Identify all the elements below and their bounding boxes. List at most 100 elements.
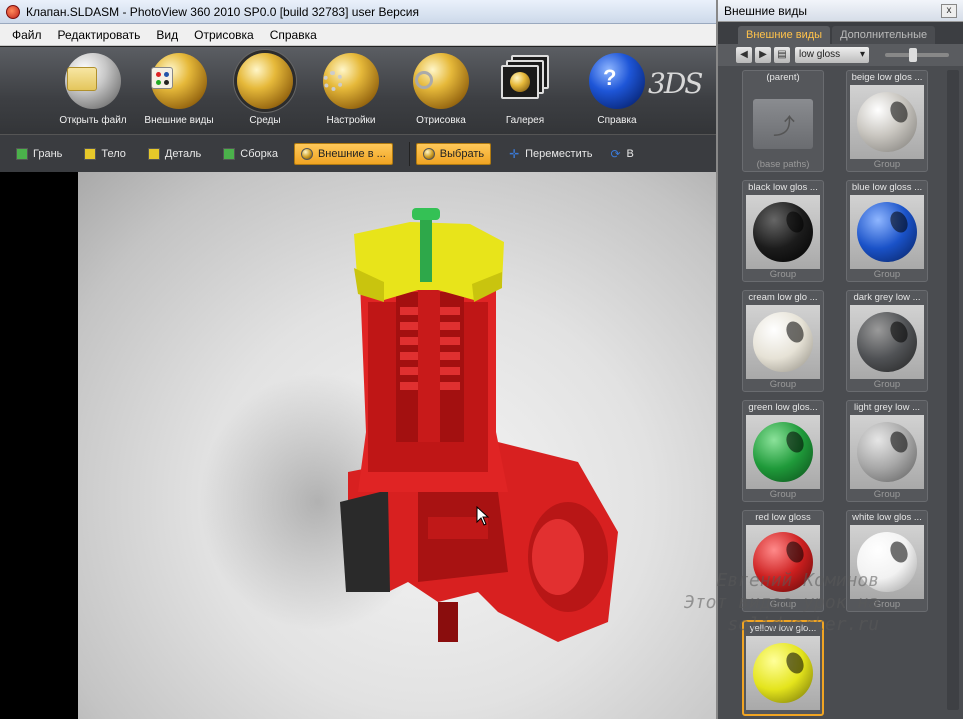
card-sublabel: Group xyxy=(873,159,901,170)
appearance-card-beige[interactable]: beige low glos ... Group xyxy=(846,70,928,172)
menu-render[interactable]: Отрисовка xyxy=(186,28,262,42)
move-tool-button[interactable]: ✛ Переместить xyxy=(501,143,598,165)
tab-body[interactable]: Тело xyxy=(78,143,132,165)
gallery-button[interactable]: Галерея xyxy=(480,53,570,126)
settings-gear-icon xyxy=(323,53,379,109)
settings-label: Настройки xyxy=(326,115,376,126)
select-tool-button[interactable]: Выбрать xyxy=(415,142,492,165)
tab-assembly[interactable]: Сборка xyxy=(217,143,284,165)
slider-thumb[interactable] xyxy=(909,48,917,62)
appearances-label: Внешние виды xyxy=(144,115,214,126)
title-bar: Клапан.SLDASM - PhotoView 360 2010 SP0.0… xyxy=(0,0,716,24)
move-tool-label: Переместить xyxy=(525,147,593,160)
panel-scrollbar[interactable] xyxy=(947,70,959,710)
appearance-card-parent[interactable]: (parent) ⤴ (base paths) xyxy=(742,70,824,172)
watermark: Евгений Коминов Этот видео урок на solid… xyxy=(684,570,879,636)
rotate-tool-label: В xyxy=(626,147,634,160)
gallery-label: Галерея xyxy=(505,115,545,126)
part-icon xyxy=(147,147,160,160)
render-viewport[interactable] xyxy=(0,172,716,719)
appearance-card-black[interactable]: black low glos ... Group xyxy=(742,180,824,282)
watermark-line-1: Евгений Коминов xyxy=(716,570,880,591)
tab-part[interactable]: Деталь xyxy=(142,143,207,165)
tab-appearances-label: Внешние в ... xyxy=(317,147,386,160)
valve-cutaway-model xyxy=(340,208,618,642)
watermark-line-2: Этот видео урок на xyxy=(684,592,880,613)
material-ball-icon xyxy=(753,643,813,703)
card-label: beige low glos ... xyxy=(851,72,923,83)
card-thumbnail xyxy=(850,85,924,159)
card-sublabel: Group xyxy=(873,379,901,390)
main-window: Клапан.SLDASM - PhotoView 360 2010 SP0.0… xyxy=(0,0,716,719)
rotate-icon: ⟳ xyxy=(610,146,621,161)
open-file-button[interactable]: Открыть файл xyxy=(48,53,138,126)
card-label: red low gloss xyxy=(755,512,811,523)
card-label: (parent) xyxy=(766,72,800,83)
window-title: Клапан.SLDASM - PhotoView 360 2010 SP0.0… xyxy=(26,4,419,19)
ds-brand-logo: 3DS xyxy=(648,67,703,100)
tab-face[interactable]: Грань xyxy=(10,143,68,165)
card-label: green low glos... xyxy=(748,402,818,413)
appearance-ball-icon xyxy=(300,147,313,160)
face-cube-icon xyxy=(16,147,28,160)
tab-face-label: Грань xyxy=(33,147,63,160)
card-thumbnail xyxy=(850,195,924,269)
menu-help[interactable]: Справка xyxy=(262,28,325,42)
appearance-card-light-grey[interactable]: light grey low ... Group xyxy=(846,400,928,502)
main-toolbar: Открыть файл Внешние виды Среды Настройк… xyxy=(0,46,716,134)
menu-view[interactable]: Вид xyxy=(148,28,186,42)
tab-appearances[interactable]: Внешние в ... xyxy=(293,142,393,165)
back-arrow-icon[interactable]: ◀ xyxy=(736,47,752,63)
panel-close-button[interactable]: x xyxy=(941,3,957,18)
card-thumbnail xyxy=(746,195,820,269)
appearance-card-dark-grey[interactable]: dark grey low ... Group xyxy=(846,290,928,392)
menu-file[interactable]: Файл xyxy=(4,28,50,42)
card-label: cream low glo ... xyxy=(748,292,818,303)
card-label: black low glos ... xyxy=(748,182,818,193)
thumbnail-size-slider[interactable] xyxy=(885,48,949,62)
folder-up-icon[interactable]: ▤ xyxy=(774,47,790,63)
card-thumbnail: ⤴ xyxy=(746,85,820,159)
select-tool-label: Выбрать xyxy=(439,147,485,160)
tab-advanced[interactable]: Дополнительные xyxy=(832,26,936,44)
selection-filter-bar: Грань Тело Деталь Сборка Внешние в ... В… xyxy=(0,134,716,172)
card-sublabel: Group xyxy=(769,489,797,500)
select-icon xyxy=(422,147,435,160)
gallery-icon xyxy=(497,53,553,109)
settings-button[interactable]: Настройки xyxy=(306,53,396,126)
card-label: light grey low ... xyxy=(854,402,920,413)
forward-arrow-icon[interactable]: ▶ xyxy=(755,47,771,63)
menu-edit[interactable]: Редактировать xyxy=(50,28,149,42)
card-sublabel: Group xyxy=(873,489,901,500)
card-thumbnail xyxy=(746,305,820,379)
open-file-label: Открыть файл xyxy=(59,115,127,126)
render-label: Отрисовка xyxy=(416,115,466,126)
appearance-card-cream[interactable]: cream low glo ... Group xyxy=(742,290,824,392)
render-scene xyxy=(78,172,716,719)
parent-folder-icon: ⤴ xyxy=(753,99,813,149)
material-ball-icon xyxy=(753,312,813,372)
material-ball-icon xyxy=(753,202,813,262)
environments-button[interactable]: Среды xyxy=(220,53,310,126)
rotate-tool-button[interactable]: ⟳ В xyxy=(603,143,640,165)
environments-label: Среды xyxy=(249,115,281,126)
panel-nav-bar: ◀ ▶ ▤ low gloss xyxy=(718,44,963,66)
card-sublabel: (base paths) xyxy=(756,159,810,170)
tab-part-label: Деталь xyxy=(164,147,202,160)
tab-appearances-panel[interactable]: Внешние виды xyxy=(738,26,831,44)
render-button[interactable]: Отрисовка xyxy=(396,53,486,126)
material-ball-icon xyxy=(857,312,917,372)
menu-bar: Файл Редактировать Вид Отрисовка Справка xyxy=(0,24,716,46)
render-icon xyxy=(413,53,469,109)
help-label: Справка xyxy=(597,115,637,126)
card-thumbnail xyxy=(746,415,820,489)
tab-body-label: Тело xyxy=(101,147,126,160)
tab-assembly-label: Сборка xyxy=(240,147,278,160)
material-ball-icon xyxy=(857,202,917,262)
panel-title: Внешние виды xyxy=(724,3,807,18)
appearance-card-green[interactable]: green low glos... Group xyxy=(742,400,824,502)
appearance-card-blue[interactable]: blue low gloss ... Group xyxy=(846,180,928,282)
appearances-button[interactable]: Внешние виды xyxy=(134,53,224,126)
appearances-icon xyxy=(151,53,207,109)
library-filter-dropdown[interactable]: low gloss xyxy=(795,47,869,63)
